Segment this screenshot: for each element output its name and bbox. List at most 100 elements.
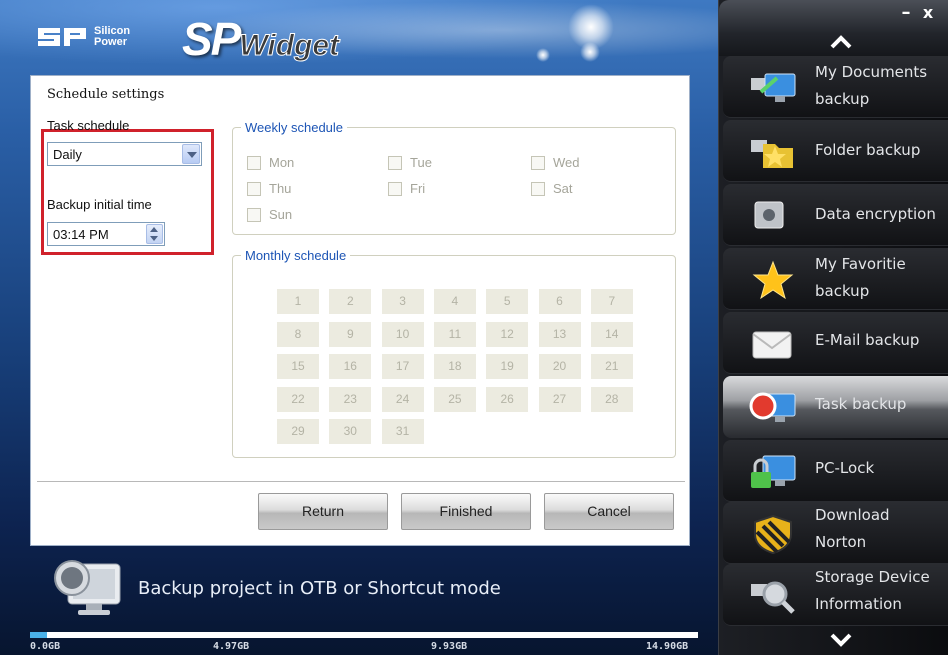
month-day-6[interactable]: 6	[538, 289, 581, 314]
minimize-icon[interactable]: –	[897, 4, 915, 22]
month-day-22[interactable]: 22	[277, 386, 319, 412]
sidebar-item-label: Data encryption	[815, 205, 936, 223]
sidebar-item-label: My Documents	[815, 63, 928, 81]
month-day-3[interactable]: 3	[381, 289, 424, 314]
checkbox[interactable]	[247, 155, 261, 170]
month-day-20[interactable]: 20	[538, 354, 581, 379]
panel-title: Schedule settings	[47, 87, 165, 102]
chevron-down-icon[interactable]	[182, 144, 200, 164]
cancel-button[interactable]: Cancel	[544, 493, 674, 530]
app-logo: SPWidget	[182, 13, 340, 65]
sidebar-item-my-favorite-backup[interactable]: My Favoritie backup	[723, 248, 948, 310]
sidebar-item-email-backup[interactable]: E-Mail backup	[723, 312, 948, 374]
month-day-27[interactable]: 27	[538, 386, 581, 412]
month-day-1[interactable]: 1	[277, 289, 319, 314]
backup-time-spinner[interactable]: 03:14 PM	[47, 222, 165, 246]
month-day-29[interactable]: 29	[277, 419, 319, 444]
sp-logo-mark-icon	[36, 24, 90, 50]
sidebar-item-pc-lock[interactable]: PC-Lock	[723, 440, 948, 502]
weekday-sun[interactable]: Sun	[247, 207, 292, 222]
weekday-tue[interactable]: Tue	[388, 155, 432, 170]
spinner-arrows-icon[interactable]	[146, 224, 163, 244]
weekly-schedule-group: Weekly schedule Mon Tue Wed Thu Fri Sat …	[232, 120, 676, 235]
weekday-wed[interactable]: Wed	[531, 155, 580, 170]
sidebar-item-storage-device-information[interactable]: Storage Device Information	[723, 564, 948, 626]
main-area: Silicon Power SPWidget Schedule settings…	[0, 0, 718, 655]
month-day-12[interactable]: 12	[486, 321, 529, 347]
folder-star-icon	[749, 132, 797, 172]
norton-shield-icon	[749, 514, 797, 555]
sidebar-item-label: PC-Lock	[815, 459, 875, 477]
checkbox[interactable]	[247, 181, 261, 196]
month-day-8[interactable]: 8	[277, 321, 319, 347]
lock-monitor-icon	[749, 452, 797, 492]
month-day-18[interactable]: 18	[433, 354, 476, 379]
month-day-25[interactable]: 25	[433, 386, 476, 412]
month-day-30[interactable]: 30	[329, 419, 372, 444]
storage-label-2: 9.93GB	[431, 641, 468, 652]
month-day-26[interactable]: 26	[486, 386, 529, 412]
storage-used-fill	[30, 632, 47, 638]
footer-message: Backup project in OTB or Shortcut mode	[138, 578, 501, 599]
month-day-9[interactable]: 9	[329, 321, 372, 347]
month-day-5[interactable]: 5	[486, 289, 529, 314]
task-schedule-select[interactable]: Daily	[47, 142, 202, 166]
month-day-17[interactable]: 17	[381, 354, 424, 379]
envelope-icon	[749, 324, 797, 364]
sidebar-item-folder-backup[interactable]: Folder backup	[723, 120, 948, 182]
divider	[37, 481, 685, 482]
sidebar-item-label: E-Mail backup	[815, 331, 920, 349]
chevron-down-icon[interactable]	[829, 632, 853, 648]
sidebar-item-label: Download	[815, 506, 890, 524]
storage-label-0: 0.0GB	[30, 641, 61, 652]
sidebar-item-label: backup	[815, 282, 870, 300]
checkbox[interactable]	[247, 207, 261, 222]
month-day-10[interactable]: 10	[381, 321, 424, 347]
month-day-23[interactable]: 23	[329, 386, 372, 412]
app-window: Silicon Power SPWidget Schedule settings…	[0, 0, 948, 655]
task-monitor-icon	[749, 388, 797, 428]
safe-icon	[749, 196, 797, 236]
company-name: Silicon Power	[94, 25, 131, 48]
month-day-11[interactable]: 11	[433, 321, 476, 347]
month-day-13[interactable]: 13	[538, 321, 581, 347]
sidebar-item-data-encryption[interactable]: Data encryption	[723, 184, 948, 246]
sidebar-item-download-norton[interactable]: Download Norton	[723, 502, 948, 564]
sidebar-item-label: Task backup	[815, 395, 907, 413]
finished-button[interactable]: Finished	[401, 493, 531, 530]
sidebar-item-task-backup[interactable]: Task backup	[723, 376, 948, 438]
month-day-16[interactable]: 16	[329, 354, 372, 379]
monthly-schedule-legend: Monthly schedule	[245, 248, 347, 263]
month-day-21[interactable]: 21	[590, 354, 633, 379]
month-day-4[interactable]: 4	[433, 289, 476, 314]
month-day-24[interactable]: 24	[381, 386, 424, 412]
task-schedule-value: Daily	[53, 147, 82, 162]
month-day-28[interactable]: 28	[590, 386, 633, 412]
weekday-fri[interactable]: Fri	[388, 181, 425, 196]
sidebar-item-label: My Favoritie	[815, 255, 906, 273]
close-icon[interactable]: x	[919, 4, 937, 22]
month-day-19[interactable]: 19	[486, 354, 529, 379]
return-button[interactable]: Return	[258, 493, 388, 530]
weekday-mon[interactable]: Mon	[247, 155, 294, 170]
checkbox[interactable]	[388, 155, 402, 170]
backup-time-label: Backup initial time	[47, 197, 152, 212]
month-day-2[interactable]: 2	[329, 289, 372, 314]
month-day-7[interactable]: 7	[590, 289, 633, 314]
weekday-thu[interactable]: Thu	[247, 181, 291, 196]
sidebar-item-label: Folder backup	[815, 141, 921, 159]
sidebar: – x My Documents backup Folder backup Da…	[718, 0, 948, 655]
month-day-15[interactable]: 15	[277, 354, 319, 379]
documents-monitor-icon	[749, 68, 797, 108]
month-day-14[interactable]: 14	[590, 321, 633, 347]
month-day-31[interactable]: 31	[381, 419, 424, 444]
sidebar-item-label: Norton	[815, 533, 867, 551]
weekday-sat[interactable]: Sat	[531, 181, 573, 196]
checkbox[interactable]	[388, 181, 402, 196]
task-monitor-icon	[54, 558, 124, 618]
checkbox[interactable]	[531, 155, 545, 170]
checkbox[interactable]	[531, 181, 545, 196]
sidebar-item-my-documents-backup[interactable]: My Documents backup	[723, 56, 948, 118]
chevron-up-icon[interactable]	[829, 34, 853, 50]
decorative-bubble	[580, 42, 600, 62]
